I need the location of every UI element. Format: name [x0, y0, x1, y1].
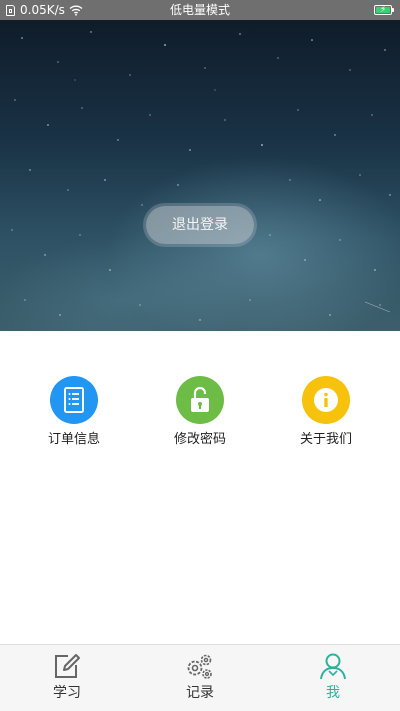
menu-row: 订单信息 修改密码 关于我们 — [0, 376, 400, 456]
charging-bolt-icon: ⚡ — [380, 5, 387, 15]
profile-banner: 退出登录 — [0, 20, 400, 331]
change-password-item[interactable]: 修改密码 — [150, 376, 250, 448]
gears-icon — [187, 654, 212, 679]
tab-records-label: 记录 — [186, 685, 214, 701]
low-power-mode-text: 低电量模式 — [169, 3, 230, 17]
unlock-icon — [176, 376, 224, 424]
status-bar: 0.05K/s 低电量模式 ⚡ — [0, 0, 400, 20]
pencil-square-icon — [55, 654, 80, 678]
user-icon — [320, 653, 346, 680]
tab-study-label: 学习 — [53, 685, 81, 701]
info-icon — [302, 376, 350, 424]
change-password-label: 修改密码 — [173, 432, 226, 447]
logout-button[interactable]: 退出登录 — [146, 206, 254, 244]
starfield-background — [11, 31, 391, 321]
tab-me-label: 我 — [326, 685, 340, 701]
battery-icon: ⚡ — [374, 5, 394, 15]
tab-records[interactable]: 记录 — [133, 645, 267, 711]
tab-study[interactable]: 学习 — [0, 645, 134, 711]
order-info-label: 订单信息 — [47, 432, 100, 447]
screen: 0.05K/s 低电量模式 ⚡ 退出登录 订单信息 修改密码 关于我们 学习 记… — [0, 0, 400, 711]
order-info-item[interactable]: 订单信息 — [24, 376, 124, 448]
about-us-item[interactable]: 关于我们 — [276, 376, 376, 448]
bottom-tab-bar: 学习 记录 我 — [0, 644, 400, 711]
document-list-icon — [50, 376, 98, 424]
about-us-label: 关于我们 — [299, 432, 352, 447]
tab-me[interactable]: 我 — [266, 645, 400, 711]
